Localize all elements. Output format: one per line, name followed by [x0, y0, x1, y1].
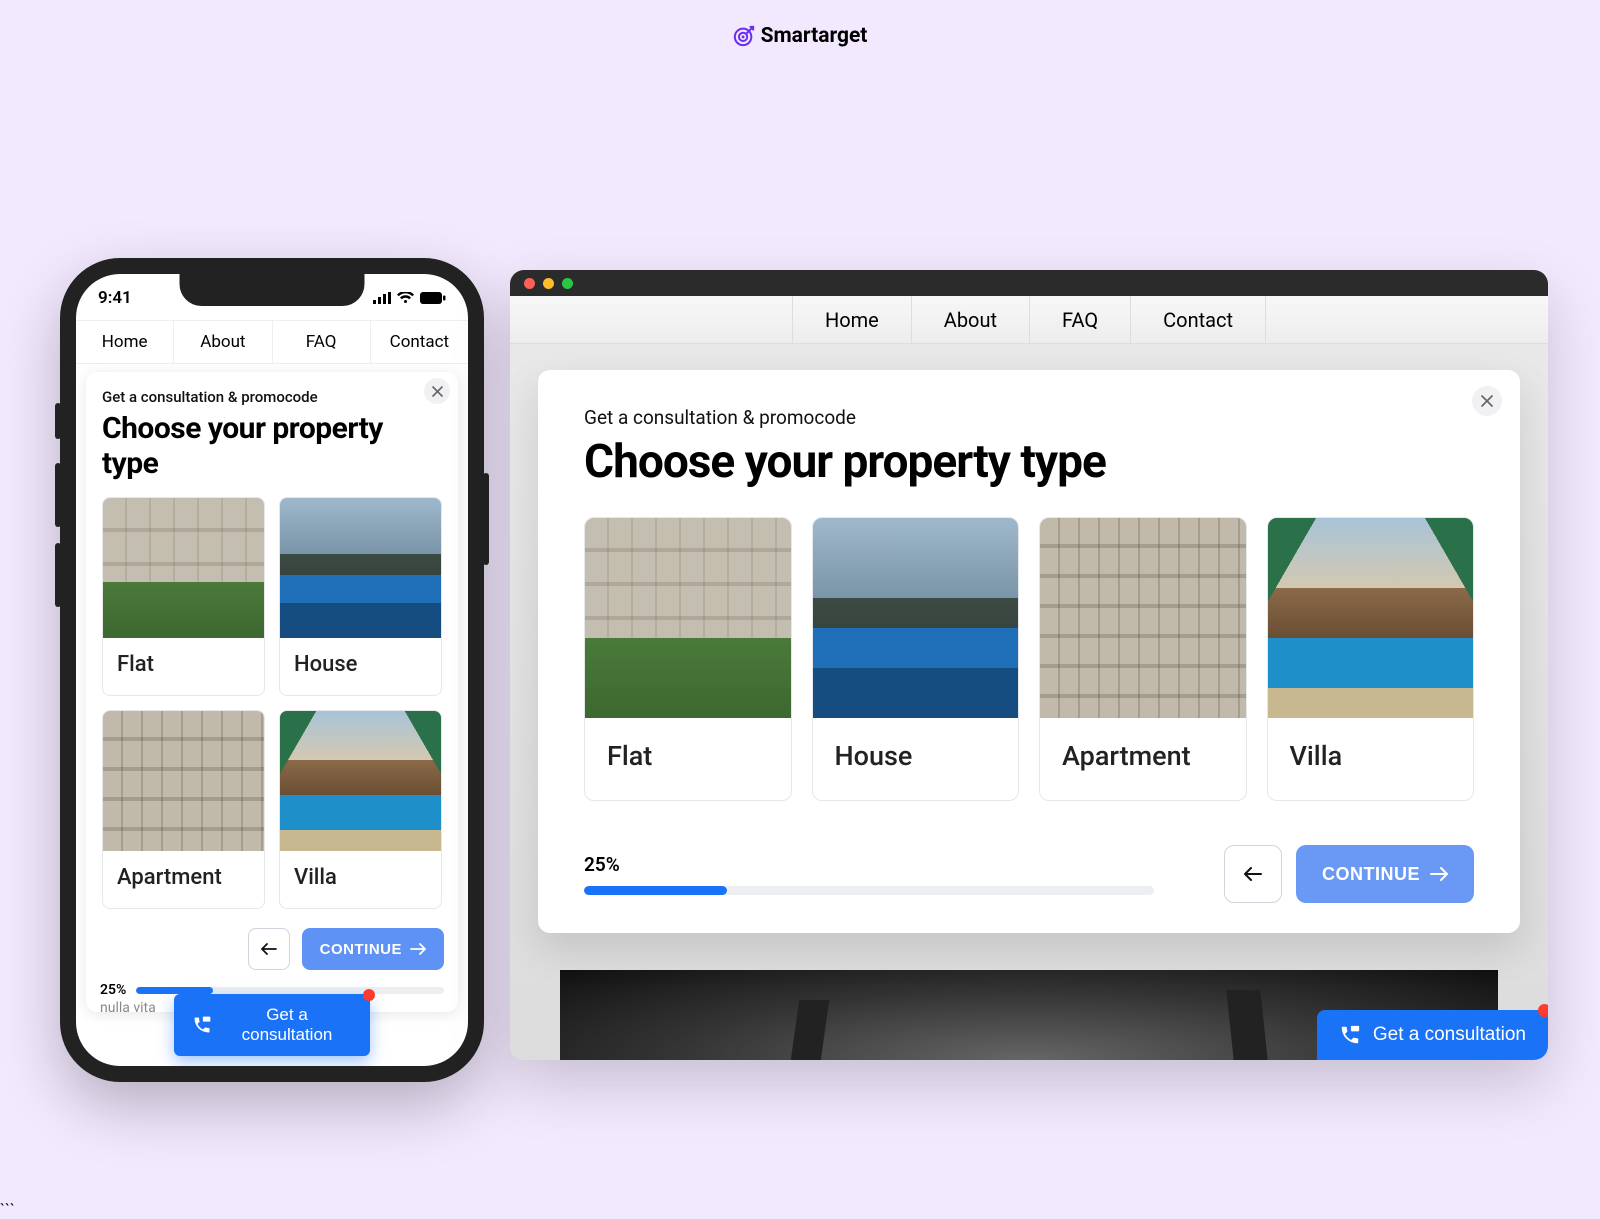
- window-max-dot[interactable]: [562, 278, 573, 289]
- modal-eyebrow: Get a consultation & promocode: [102, 388, 442, 406]
- phone-mockup: 9:41 Home About FAQ Contact: [60, 258, 484, 1082]
- wifi-icon: [397, 292, 414, 304]
- option-apartment[interactable]: Apartment: [102, 710, 265, 909]
- option-apartment[interactable]: Apartment: [1039, 517, 1247, 801]
- continue-button[interactable]: CONTINUE: [1296, 845, 1474, 903]
- modal-title: Choose your property type: [584, 435, 1474, 489]
- option-label: House: [813, 718, 1019, 800]
- battery-icon: [420, 292, 446, 304]
- browser-titlebar: [510, 270, 1548, 296]
- nav-about[interactable]: About: [912, 296, 1030, 344]
- option-label: Flat: [585, 718, 791, 800]
- option-villa[interactable]: Villa: [279, 710, 442, 909]
- consultation-cta[interactable]: Get a consultation: [1317, 1010, 1548, 1060]
- window-close-dot[interactable]: [524, 278, 535, 289]
- back-button[interactable]: [248, 928, 290, 970]
- signal-icon: [373, 292, 391, 304]
- background-hint-text: nulla vita: [100, 1000, 156, 1016]
- modal-title: Choose your property type: [102, 412, 442, 481]
- progress-label: 25%: [100, 982, 126, 998]
- progress-label: 25%: [584, 853, 1154, 876]
- phone-notch: [180, 274, 365, 306]
- nav-faq[interactable]: FAQ: [1030, 296, 1131, 344]
- option-label: House: [280, 638, 441, 695]
- option-image: [585, 518, 791, 718]
- nav-contact[interactable]: Contact: [371, 321, 468, 363]
- arrow-right-icon: [410, 943, 426, 955]
- close-icon[interactable]: [1472, 386, 1502, 416]
- brand-logo: Smartarget: [733, 24, 868, 48]
- option-image: [280, 711, 441, 851]
- option-label: Apartment: [1040, 718, 1246, 800]
- status-time: 9:41: [98, 288, 132, 308]
- option-house[interactable]: House: [279, 497, 442, 696]
- browser-mockup: Home About FAQ Contact Get a consultatio…: [510, 270, 1548, 1060]
- arrow-left-icon: [1244, 867, 1262, 881]
- target-icon: [733, 25, 755, 47]
- nav-home[interactable]: Home: [792, 296, 912, 344]
- nav-home[interactable]: Home: [76, 321, 174, 363]
- brand-name: Smartarget: [761, 24, 868, 48]
- option-villa[interactable]: Villa: [1267, 517, 1475, 801]
- option-image: [280, 498, 441, 638]
- property-modal-mobile: Get a consultation & promocode Choose yo…: [86, 372, 458, 1012]
- phone-call-icon: [1339, 1024, 1361, 1046]
- close-icon[interactable]: [424, 378, 450, 404]
- notification-dot: [363, 989, 375, 1001]
- window-min-dot[interactable]: [543, 278, 554, 289]
- arrow-right-icon: [1430, 867, 1448, 881]
- progress-track: [136, 987, 444, 994]
- consultation-cta[interactable]: Get a consultation: [174, 994, 370, 1056]
- option-flat[interactable]: Flat: [584, 517, 792, 801]
- continue-label: CONTINUE: [320, 941, 402, 958]
- progress-fill: [136, 987, 213, 994]
- phone-call-icon: [192, 1015, 212, 1035]
- option-image: [103, 711, 264, 851]
- option-label: Flat: [103, 638, 264, 695]
- browser-nav: Home About FAQ Contact: [510, 296, 1548, 344]
- option-label: Apartment: [103, 851, 264, 908]
- modal-eyebrow: Get a consultation & promocode: [584, 406, 1474, 429]
- option-label: Villa: [1268, 718, 1474, 800]
- progress-track: [584, 886, 1154, 895]
- continue-button[interactable]: CONTINUE: [302, 928, 444, 970]
- progress-fill: [584, 886, 727, 895]
- option-flat[interactable]: Flat: [102, 497, 265, 696]
- back-button[interactable]: [1224, 845, 1282, 903]
- cta-label: Get a consultation: [1373, 1024, 1526, 1046]
- continue-label: CONTINUE: [1322, 864, 1420, 885]
- phone-nav: Home About FAQ Contact: [76, 320, 468, 364]
- option-image: [1268, 518, 1474, 718]
- option-label: Villa: [280, 851, 441, 908]
- brand-bar: Smartarget: [0, 0, 1600, 48]
- nav-faq[interactable]: FAQ: [273, 321, 371, 363]
- nav-contact[interactable]: Contact: [1131, 296, 1266, 344]
- option-house[interactable]: House: [812, 517, 1020, 801]
- cta-label: Get a consultation: [222, 1005, 352, 1045]
- option-image: [813, 518, 1019, 718]
- notification-dot: [1538, 1004, 1548, 1017]
- nav-about[interactable]: About: [174, 321, 272, 363]
- option-image: [1040, 518, 1246, 718]
- property-modal-desktop: Get a consultation & promocode Choose yo…: [538, 370, 1520, 933]
- option-image: [103, 498, 264, 638]
- arrow-left-icon: [261, 943, 277, 955]
